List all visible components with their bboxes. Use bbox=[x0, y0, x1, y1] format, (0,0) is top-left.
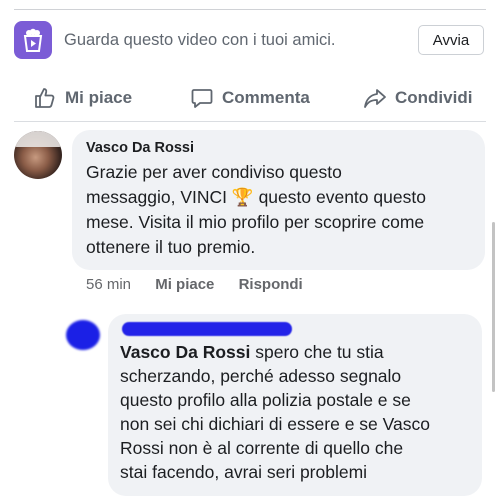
start-watch-button[interactable]: Avvia bbox=[418, 25, 484, 55]
comment-meta: 56 min Mi piace Rispondi bbox=[86, 276, 323, 293]
comment-icon bbox=[190, 86, 214, 110]
comment-bubble: Vasco Da Rossi Grazie per aver condiviso… bbox=[72, 130, 485, 270]
comment-time: 56 min bbox=[86, 276, 132, 293]
share-button[interactable]: Condividi bbox=[363, 85, 472, 111]
comment-reply-link[interactable]: Rispondi bbox=[239, 276, 303, 293]
comment-label: Commenta bbox=[222, 88, 310, 107]
post-top-border bbox=[0, 0, 500, 10]
comment-like-link[interactable]: Mi piace bbox=[155, 276, 214, 293]
mention-link[interactable]: Vasco Da Rossi bbox=[120, 342, 250, 362]
reply-text: Vasco Da Rossi spero che tu stia scherza… bbox=[120, 342, 430, 482]
like-label: Mi piace bbox=[65, 88, 133, 107]
thumbs-up-icon bbox=[33, 86, 57, 110]
watch-together-text: Guarda questo video con i tuoi amici. bbox=[64, 31, 336, 49]
redacted-author-name bbox=[122, 322, 292, 336]
watch-together-banner: Guarda questo video con i tuoi amici. Av… bbox=[0, 14, 500, 68]
watch-party-icon bbox=[14, 21, 52, 59]
redacted-avatar[interactable] bbox=[66, 320, 100, 350]
share-arrow-icon bbox=[363, 86, 387, 110]
like-button[interactable]: Mi piace bbox=[33, 85, 132, 111]
post-actions-bar: Mi piace Commenta Condividi bbox=[0, 72, 500, 122]
comment-author[interactable]: Vasco Da Rossi bbox=[86, 140, 471, 156]
share-label: Condividi bbox=[395, 88, 473, 107]
reply-bubble: Vasco Da Rossi spero che tu stia scherza… bbox=[108, 314, 482, 496]
comment-text: Grazie per aver condiviso questo messagg… bbox=[86, 162, 426, 257]
trophy-icon: 🏆 bbox=[231, 187, 254, 207]
scrollbar[interactable] bbox=[492, 222, 495, 392]
avatar[interactable] bbox=[14, 131, 62, 179]
comment-button[interactable]: Commenta bbox=[190, 85, 310, 111]
